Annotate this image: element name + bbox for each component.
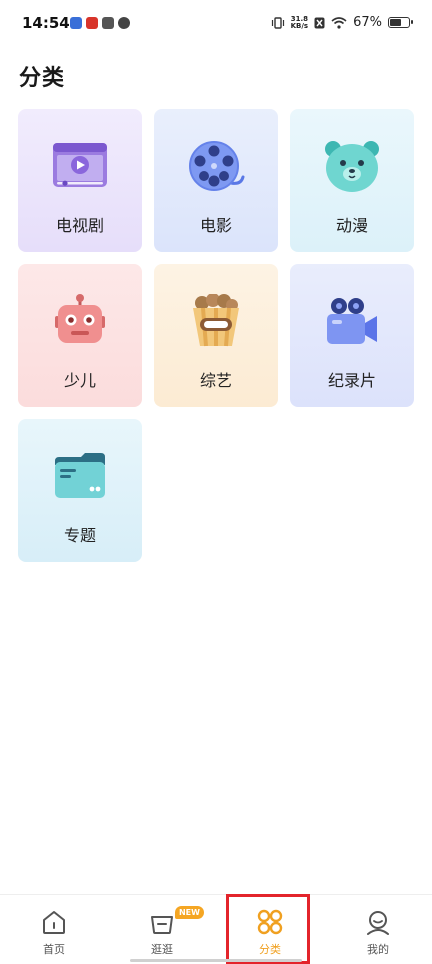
status-indicators: 31.8 KB/s 67%: [271, 15, 413, 30]
home-indicator: [130, 959, 302, 962]
page-title: 分类: [19, 66, 66, 91]
category-grid: 电视剧 电影 动漫 少儿 综艺 纪录片 专题: [18, 109, 414, 562]
nav-tab-category[interactable]: 分类: [216, 895, 324, 964]
status-time: 14:54: [22, 14, 70, 32]
network-speed-unit: KB/s: [290, 21, 309, 30]
app-notification-icon: [118, 17, 130, 29]
home-icon: [43, 911, 65, 934]
battery-icon: [388, 17, 413, 28]
nav-tab-home[interactable]: 首页: [0, 895, 108, 964]
app-notification-icon: [70, 17, 82, 29]
folder-card-icon: [55, 453, 105, 498]
category-label: 专题: [63, 526, 96, 545]
film-reel-icon: [189, 141, 245, 191]
category-anime[interactable]: 动漫: [290, 109, 414, 252]
category-label: 动漫: [335, 216, 368, 235]
no-sim-icon: [314, 17, 325, 28]
bear-face-icon: [325, 141, 379, 192]
category-label: 综艺: [199, 371, 232, 390]
tv-series-icon: [53, 143, 107, 187]
category-label: 少儿: [63, 371, 96, 390]
wifi-icon: [331, 16, 347, 29]
grid-circles-icon: [257, 909, 283, 935]
network-speed: 31.8 KB/s: [290, 15, 309, 30]
nav-label: 分类: [259, 943, 281, 956]
app-notification-icon: [102, 17, 114, 29]
category-variety[interactable]: 综艺: [154, 264, 278, 407]
robot-icon: [55, 294, 105, 343]
app-notification-icon: [86, 17, 98, 29]
vibrate-icon: [271, 16, 284, 29]
status-bar: 14:54 31.8 KB/s 67%: [0, 0, 432, 52]
user-icon: [367, 911, 389, 935]
new-badge: NEW: [174, 906, 204, 919]
category-label: 电视剧: [55, 216, 104, 235]
category-tv-series[interactable]: 电视剧: [18, 109, 142, 252]
notification-icons: [70, 17, 130, 29]
popcorn-icon: [193, 294, 239, 347]
category-kids[interactable]: 少儿: [18, 264, 142, 407]
nav-label: 我的: [367, 943, 389, 956]
category-label: 电影: [199, 216, 232, 235]
category-special-topic[interactable]: 专题: [18, 419, 142, 562]
nav-label: 逛逛: [151, 943, 173, 956]
category-documentary[interactable]: 纪录片: [290, 264, 414, 407]
nav-tab-browse[interactable]: NEW 逛逛: [108, 895, 216, 964]
battery-percentage: 67%: [353, 15, 382, 30]
video-camera-icon: [327, 298, 377, 344]
category-label: 纪录片: [327, 371, 376, 390]
nav-tab-profile[interactable]: 我的: [324, 895, 432, 964]
battery-fill: [390, 19, 401, 26]
nav-label: 首页: [43, 943, 65, 956]
basket-icon: [151, 916, 173, 934]
bottom-navigation: 首页 NEW 逛逛 分类 我的: [0, 894, 432, 964]
category-movie[interactable]: 电影: [154, 109, 278, 252]
